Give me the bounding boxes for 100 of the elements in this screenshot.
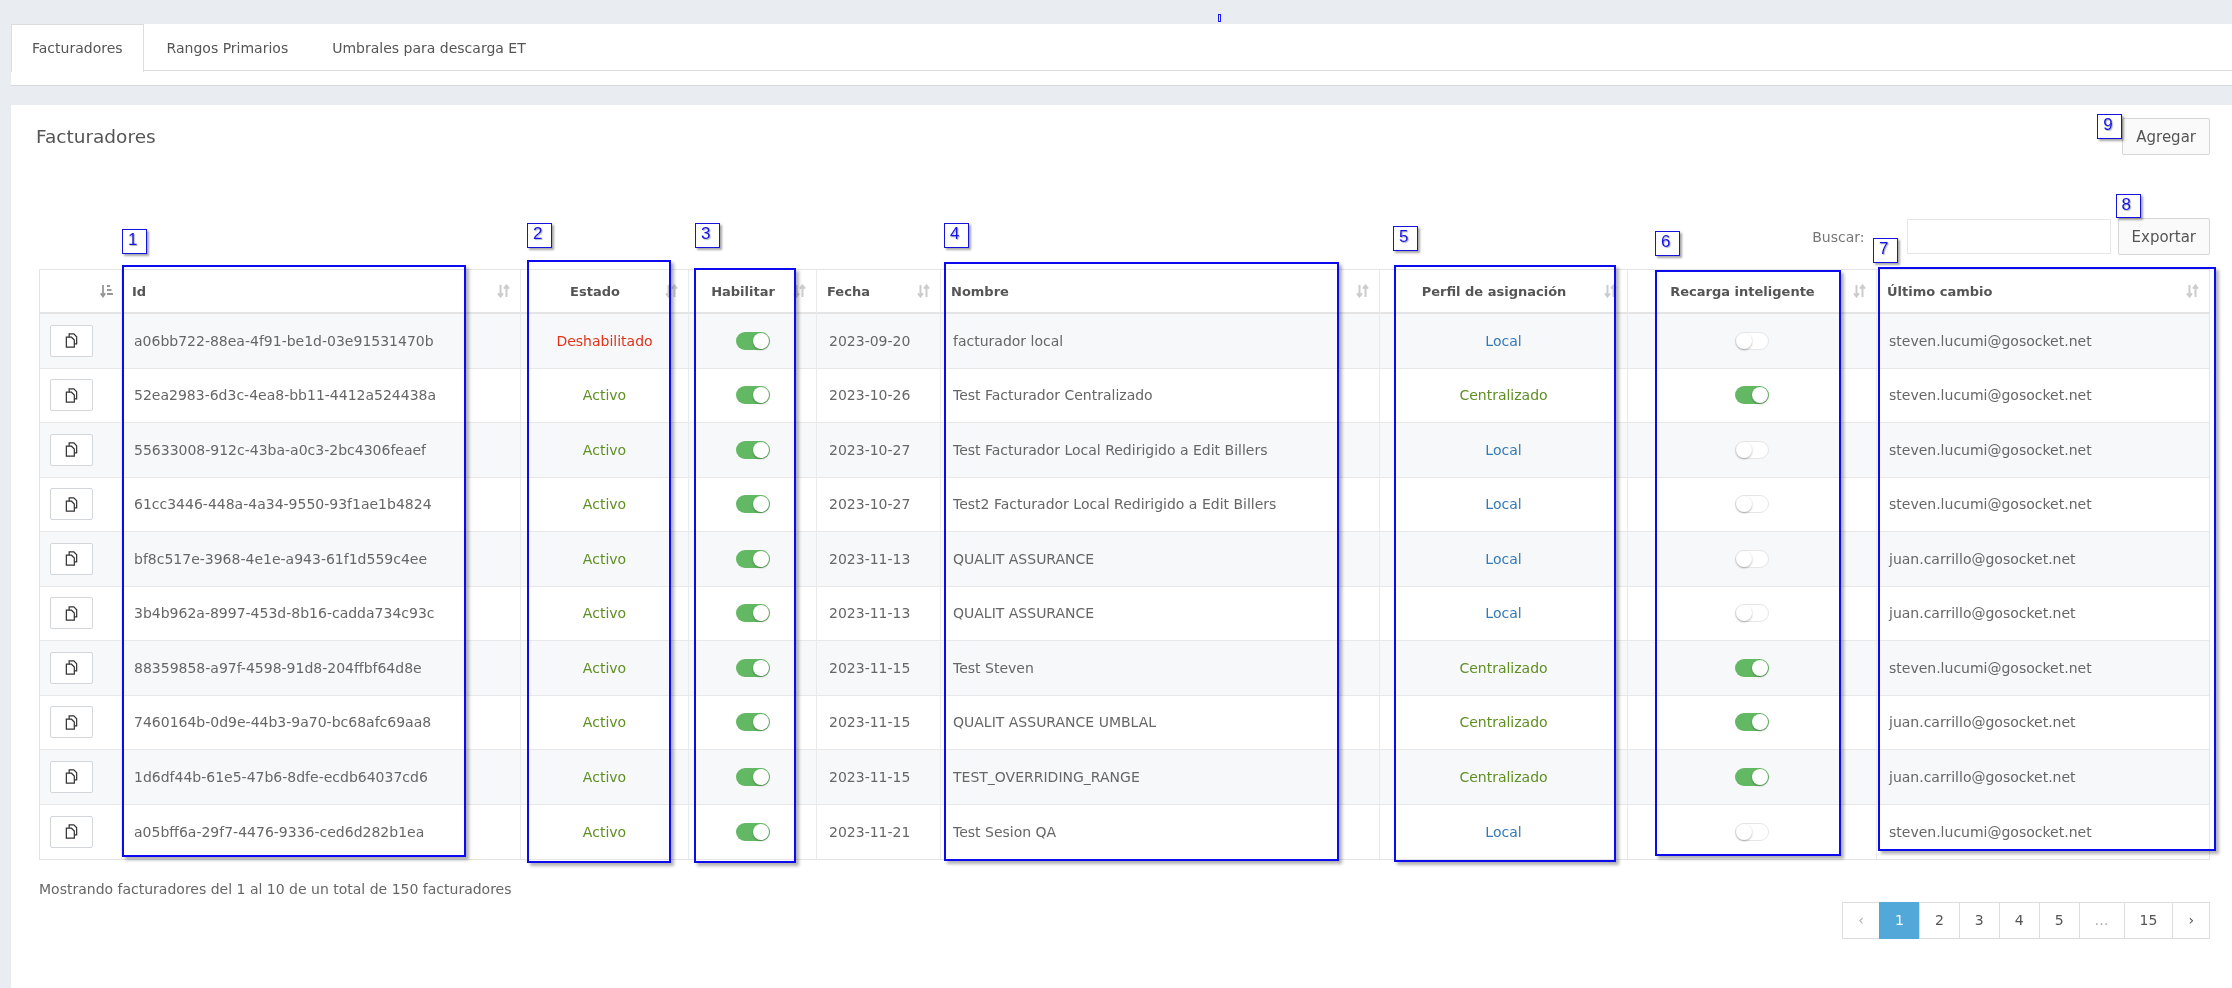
table-cell: 2023-11-13 [817,532,941,587]
status-cell: Activo [521,750,689,805]
column-header[interactable]: Perfil de asignación [1380,270,1628,314]
toggle-switch[interactable] [735,386,770,405]
copy-button[interactable] [50,597,93,630]
column-title: Fecha [827,283,871,299]
status-cell: Activo [521,532,689,587]
table-cell: 55633008-912c-43ba-a0c3-2bc4306feaef [122,423,521,478]
column-title: Perfil de asignación [1420,283,1568,299]
toggle-switch[interactable] [1735,604,1769,623]
table-cell: 2023-11-13 [817,586,941,641]
copy-icon [64,714,79,730]
status-cell: Activo [521,586,689,641]
table-cell: 2023-11-15 [817,695,941,750]
column-header[interactable]: Id [122,270,521,314]
table-cell: 2023-11-15 [817,641,941,696]
table-cell: QUALIT ASSURANCE [941,586,1380,641]
results-summary: Mostrando facturadores del 1 al 10 de un total de 150 facturadores [39,880,513,899]
column-title: Recarga inteligente [1669,283,1816,299]
pagination-item[interactable]: 4 [1998,902,2040,939]
copy-icon [64,387,79,403]
profile-cell: Centralizado [1380,750,1628,805]
status-cell: Activo [521,423,689,478]
tab[interactable]: Umbrales para descarga ET [311,24,547,71]
pagination-item[interactable]: 2 [1918,902,1960,939]
table-cell: QUALIT ASSURANCE [941,532,1380,587]
table-cell: 2023-10-27 [817,477,941,532]
column-title: Último cambio [1887,283,1994,299]
column-header[interactable]: Fecha [817,270,941,314]
toggle-switch[interactable] [1735,767,1769,786]
toggle-switch[interactable] [735,549,770,568]
copy-button[interactable] [50,488,93,521]
copy-button[interactable] [50,324,93,357]
pagination-item[interactable]: 15 [2123,902,2174,939]
table-cell: 1d6df44b-61e5-47b6-8dfe-ecdb64037cd6 [122,750,521,805]
annotation-label: 9 [2097,114,2123,139]
copy-button[interactable] [50,706,93,739]
annotation-label: 4 [944,223,969,248]
column-header[interactable]: Nombre [941,270,1380,314]
copy-button[interactable] [50,379,93,412]
annotation-label: 5 [1393,226,1418,251]
stray-mark-icon [1218,14,1221,22]
annotation-label: 2 [527,223,552,248]
toggle-switch[interactable] [735,604,770,623]
profile-cell: Local [1380,423,1628,478]
tab[interactable]: Rangos Primarios [145,24,310,71]
toggle-switch[interactable] [735,822,770,841]
table-cell: Test Facturador Centralizado [941,368,1380,423]
toggle-switch[interactable] [1735,331,1769,350]
table-cell: TEST_OVERRIDING_RANGE [941,750,1380,805]
toggle-switch[interactable] [1735,549,1769,568]
tab[interactable]: Facturadores [11,24,144,72]
toggle-switch[interactable] [1735,440,1769,459]
copy-button[interactable] [50,542,93,575]
status-cell: Activo [521,641,689,696]
pagination-item[interactable]: 3 [1958,902,2000,939]
search-label: Buscar: [1812,228,1865,245]
table-cell: a06bb722-88ea-4f91-be1d-03e91531470b [122,314,521,369]
table-cell: 2023-10-27 [817,423,941,478]
column-header[interactable]: Estado [521,270,689,314]
toggle-switch[interactable] [735,495,770,514]
profile-cell: Local [1380,532,1628,587]
status-cell: Deshabilitado [521,314,689,369]
toggle-switch[interactable] [735,767,770,786]
pagination-item[interactable]: › [2172,902,2210,939]
column-header[interactable]: Habilitar [689,270,817,314]
copy-button[interactable] [50,433,93,466]
toggle-switch[interactable] [1735,822,1769,841]
table-cell: Test2 Facturador Local Redirigido a Edit Billers [941,477,1380,532]
column-title: Estado [569,283,621,299]
toggle-switch[interactable] [1735,495,1769,514]
toggle-switch[interactable] [1735,658,1769,677]
table-cell: 3b4b962a-8997-453d-8b16-cadda734c93c [122,586,521,641]
toggle-switch[interactable] [1735,713,1769,732]
toggle-switch[interactable] [1735,386,1769,405]
search-field[interactable] [1906,219,2111,254]
copy-button[interactable] [50,760,93,793]
table-cell: bf8c517e-3968-4e1e-a943-61f1d559c4ee [122,532,521,587]
copy-icon [64,333,79,349]
table-cell: Test Facturador Local Redirigido a Edit Billers [941,423,1380,478]
copy-icon [64,496,79,512]
toggle-switch[interactable] [735,713,770,732]
toggle-switch[interactable] [735,331,770,350]
column-header[interactable]: Recarga inteligente [1628,270,1877,314]
copy-icon [64,551,79,567]
profile-cell: Centralizado [1380,695,1628,750]
toggle-switch[interactable] [735,658,770,677]
export-button[interactable]: Exportar [2117,218,2210,255]
copy-icon [64,660,79,676]
copy-icon [64,824,79,840]
table-cell: steven.lucumi@gosocket.net [1877,314,2209,369]
table-cell: 7460164b-0d9e-44b3-9a70-bc68afc69aa8 [122,695,521,750]
copy-button[interactable] [50,651,93,684]
pagination-item[interactable]: 5 [2038,902,2080,939]
annotation-label: 7 [1873,238,1898,263]
copy-button[interactable] [50,815,93,848]
table-cell: Test Steven [941,641,1380,696]
toggle-switch[interactable] [735,440,770,459]
table-cell: juan.carrillo@gosocket.net [1877,750,2209,805]
add-button[interactable]: Agregar [2122,118,2210,155]
